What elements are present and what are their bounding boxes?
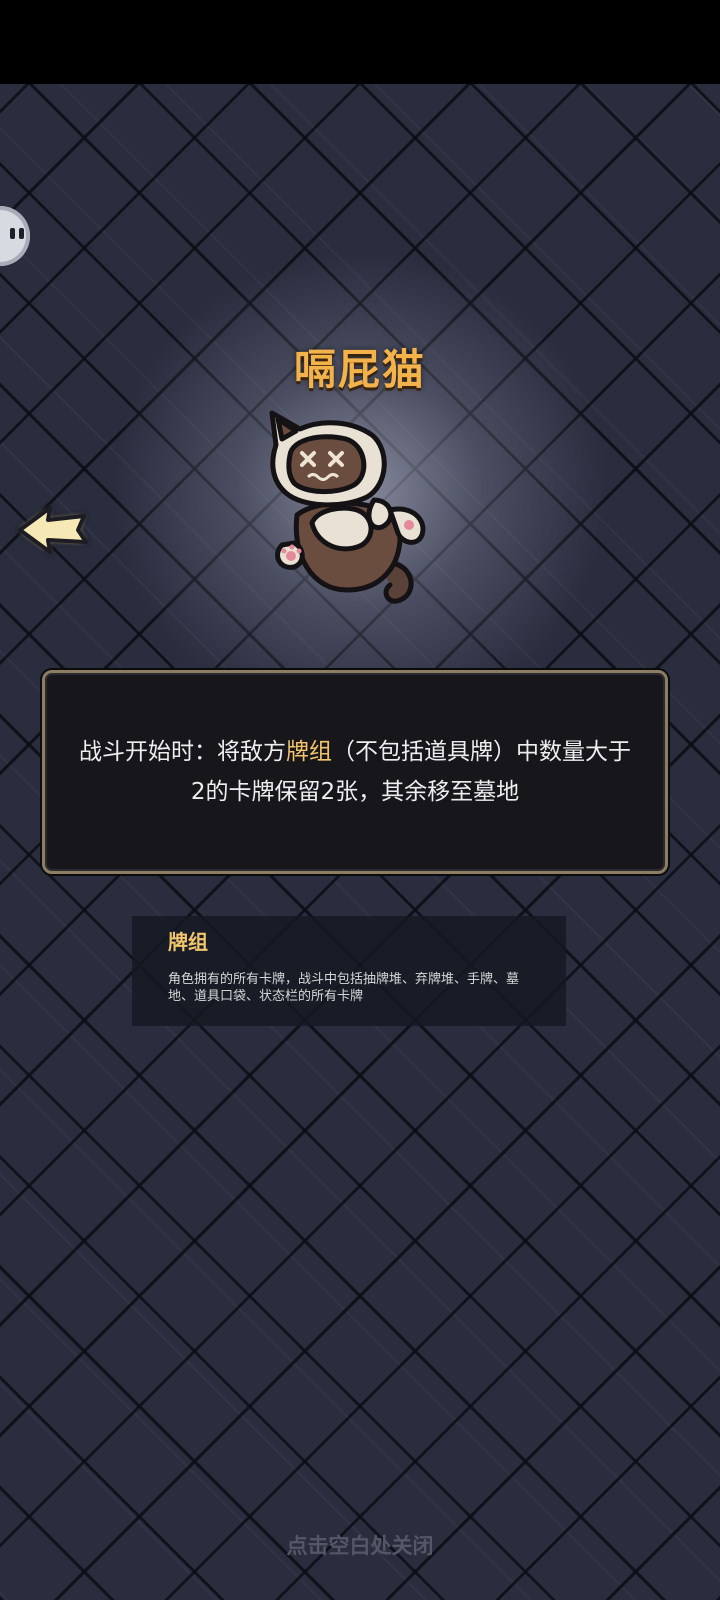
back-arrow-icon[interactable] [14, 500, 94, 560]
assistant-eye-right [19, 228, 24, 239]
relic-title: 嗝屁猫 [293, 345, 426, 394]
close-hint[interactable]: 点击空白处关闭 [0, 1530, 720, 1560]
keyword-tooltip: 牌组 角色拥有的所有卡牌，战斗中包括抽牌堆、弃牌堆、手牌、墓地、道具口袋、状态栏… [132, 916, 566, 1026]
dead-cat-icon [269, 410, 426, 604]
keyword-title: 牌组 [168, 930, 208, 954]
relic-description: 战斗开始时：将敌方牌组（不包括道具牌）中数量大于2的卡牌保留2张，其余移至墓地 [75, 732, 635, 812]
description-text-start: 战斗开始时：将敌方 [79, 739, 286, 765]
relic-description-panel: 战斗开始时：将敌方牌组（不包括道具牌）中数量大于2的卡牌保留2张，其余移至墓地 [42, 670, 668, 874]
status-bar [0, 0, 720, 84]
assistant-eye-left [10, 228, 15, 239]
keyword-link-deck[interactable]: 牌组 [286, 739, 332, 765]
keyword-description: 角色拥有的所有卡牌，战斗中包括抽牌堆、弃牌堆、手牌、墓地、道具口袋、状态栏的所有… [168, 972, 520, 1004]
